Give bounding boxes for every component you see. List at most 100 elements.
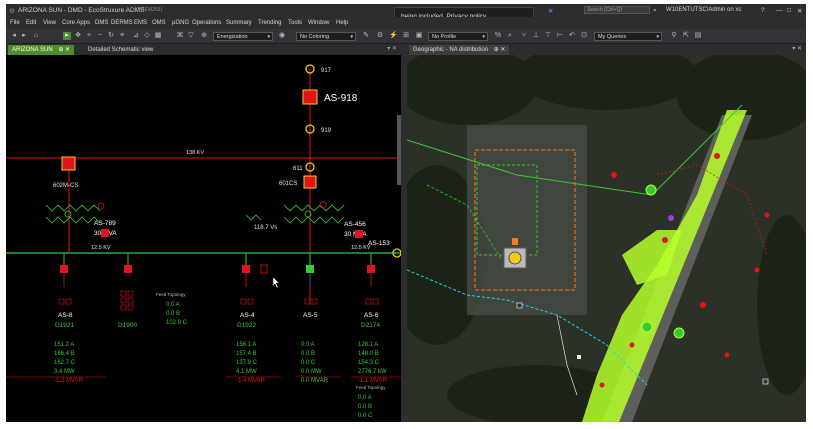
xfmr-right-alarm[interactable]: [355, 230, 363, 238]
measure-icon[interactable]: ⊿: [132, 32, 140, 40]
menu-dms[interactable]: DMS: [95, 20, 108, 26]
map-canvas[interactable]: [407, 55, 806, 422]
tab-overflow-icon[interactable]: ▾ ✕: [792, 45, 802, 52]
menu-ugng[interactable]: µGNG: [172, 20, 189, 26]
transformer-icon[interactable]: [516, 302, 523, 309]
device-node-icon[interactable]: [645, 184, 657, 196]
menu-operations[interactable]: Operations: [192, 20, 221, 26]
tag-icon[interactable]: ◇: [143, 32, 151, 40]
pin-icon[interactable]: ⊥: [532, 32, 540, 40]
menu-edit[interactable]: Edit: [26, 20, 36, 26]
grid-icon[interactable]: ▦: [154, 32, 162, 40]
fault-indicator-icon[interactable]: [754, 267, 760, 273]
minimize-button[interactable]: —: [776, 7, 783, 14]
export-icon[interactable]: ⇱: [682, 32, 690, 40]
query-run-icon[interactable]: ⚲: [670, 32, 678, 40]
queries-dropdown[interactable]: My Queries ▾: [594, 32, 662, 41]
menu-oms[interactable]: OMS: [152, 20, 166, 26]
fault-indicator-icon[interactable]: [629, 342, 635, 348]
xfmr-left-alarm[interactable]: [101, 229, 109, 237]
tab-arizona-sun[interactable]: ARIZONA SUN ⊕ ✕: [8, 45, 75, 55]
fault-indicator-icon[interactable]: [724, 352, 730, 358]
breaker-as918[interactable]: [302, 89, 318, 105]
search-icon[interactable]: ⌕: [653, 7, 657, 15]
crosshair-icon[interactable]: ⊕: [200, 32, 208, 40]
user-label[interactable]: W10ENTUTSC\Admin on xs: [666, 7, 741, 13]
forward-icon[interactable]: ▸: [20, 32, 28, 40]
fault-indicator-icon[interactable]: [764, 212, 770, 218]
breaker-601cs[interactable]: [303, 175, 317, 189]
refresh-icon[interactable]: ↻: [107, 32, 115, 40]
filter-icon[interactable]: ▽: [187, 32, 195, 40]
tab-overflow-icon[interactable]: ▾ ✕: [387, 45, 397, 52]
settings-icon[interactable]: ⚙: [376, 32, 384, 40]
menu-window[interactable]: Window: [308, 20, 329, 26]
feeder-d1900[interactable]: [124, 253, 132, 273]
menu-file[interactable]: File: [10, 20, 20, 26]
align-icon[interactable]: ⊤: [544, 32, 552, 40]
energization-dropdown[interactable]: Energization ▾: [213, 32, 273, 41]
fault-indicator-icon[interactable]: [714, 153, 720, 159]
tab-close-icon[interactable]: ⊕ ✕: [494, 47, 506, 53]
lock-icon[interactable]: ⊡: [580, 32, 588, 40]
substation-node-icon[interactable]: [508, 251, 522, 265]
search-input[interactable]: Search (Ctrl+Q): [584, 6, 650, 14]
zoom-in-icon[interactable]: +: [85, 32, 93, 40]
feeder-as6[interactable]: [367, 253, 375, 287]
profile-dropdown[interactable]: No Profile ▾: [428, 32, 488, 41]
fault-indicator-icon[interactable]: [700, 302, 706, 308]
menu-help[interactable]: Help: [336, 20, 348, 26]
back-icon[interactable]: ◂: [10, 32, 18, 40]
close-button[interactable]: ✕: [797, 7, 802, 15]
percent-icon[interactable]: %: [494, 32, 502, 40]
geographic-map-view[interactable]: [407, 55, 806, 422]
schematic-canvas[interactable]: 138 KV 917 AS-918 919 611 601CS AS-456 3…: [6, 55, 401, 422]
xfmr-left-tap-icon[interactable]: [97, 202, 105, 210]
bookmark-icon[interactable]: ⊞: [402, 32, 410, 40]
breaker-602mcs[interactable]: [61, 156, 76, 171]
annotate-icon[interactable]: ✎: [362, 32, 370, 40]
pan-icon[interactable]: ✥: [74, 32, 82, 40]
xfmr-right-tap-icon[interactable]: [319, 201, 327, 209]
help-button[interactable]: ?: [761, 7, 765, 14]
menu-summary[interactable]: Summary: [226, 20, 252, 26]
fault-indicator-icon[interactable]: [611, 172, 617, 178]
menu-core-apps[interactable]: Core Apps: [62, 20, 90, 26]
image-icon[interactable]: ▣: [415, 32, 423, 40]
alarm-tag-icon[interactable]: [512, 238, 518, 245]
menu-ems[interactable]: EMS: [134, 20, 147, 26]
schematic-view[interactable]: 138 KV 917 AS-918 919 611 601CS AS-456 3…: [6, 55, 401, 422]
recloser-icon[interactable]: [668, 215, 674, 221]
options-icon[interactable]: ▤: [694, 32, 702, 40]
tab-detailed-schematic[interactable]: Detailed Schematic view: [84, 45, 157, 55]
select-tool-icon[interactable]: ▸: [63, 32, 71, 40]
tab-close-icon[interactable]: ⊕ ✕: [58, 47, 70, 53]
menu-trending[interactable]: Trending: [258, 20, 281, 26]
trace-icon[interactable]: ⚡: [389, 32, 398, 40]
fault-indicator-icon[interactable]: [599, 382, 605, 388]
transformer-icon[interactable]: [762, 378, 769, 385]
device-node-icon[interactable]: [641, 321, 653, 333]
feeder-as5[interactable]: [306, 253, 314, 287]
menu-tools[interactable]: Tools: [288, 20, 302, 26]
snapshot-icon[interactable]: ◉: [278, 32, 286, 40]
device-node-icon[interactable]: [673, 327, 685, 339]
tab-geographic[interactable]: Geographic - NA distribution ⊕ ✕: [409, 45, 510, 55]
search-tool-icon[interactable]: ⌕: [506, 32, 514, 40]
link-icon[interactable]: ⌘: [176, 32, 184, 40]
meter-icon[interactable]: [577, 355, 581, 359]
feeder-as4[interactable]: [242, 253, 268, 287]
undo-icon[interactable]: ↶: [568, 32, 576, 40]
split-icon[interactable]: ⊢: [556, 32, 564, 40]
home-icon[interactable]: ⌂: [32, 32, 40, 40]
maximize-button[interactable]: □: [787, 7, 791, 14]
fault-indicator-icon[interactable]: [662, 237, 668, 243]
layers-icon[interactable]: ≡: [118, 32, 126, 40]
zoom-out-icon[interactable]: −: [96, 32, 104, 40]
coloring-dropdown[interactable]: No Coloring ▾: [296, 32, 356, 41]
feeder-as8[interactable]: [60, 253, 68, 287]
branch-icon[interactable]: ⑂: [520, 32, 528, 40]
menu-view[interactable]: View: [43, 20, 56, 26]
notification-close-icon[interactable]: ✕: [548, 7, 553, 15]
menu-derms[interactable]: DERMS: [111, 20, 133, 26]
